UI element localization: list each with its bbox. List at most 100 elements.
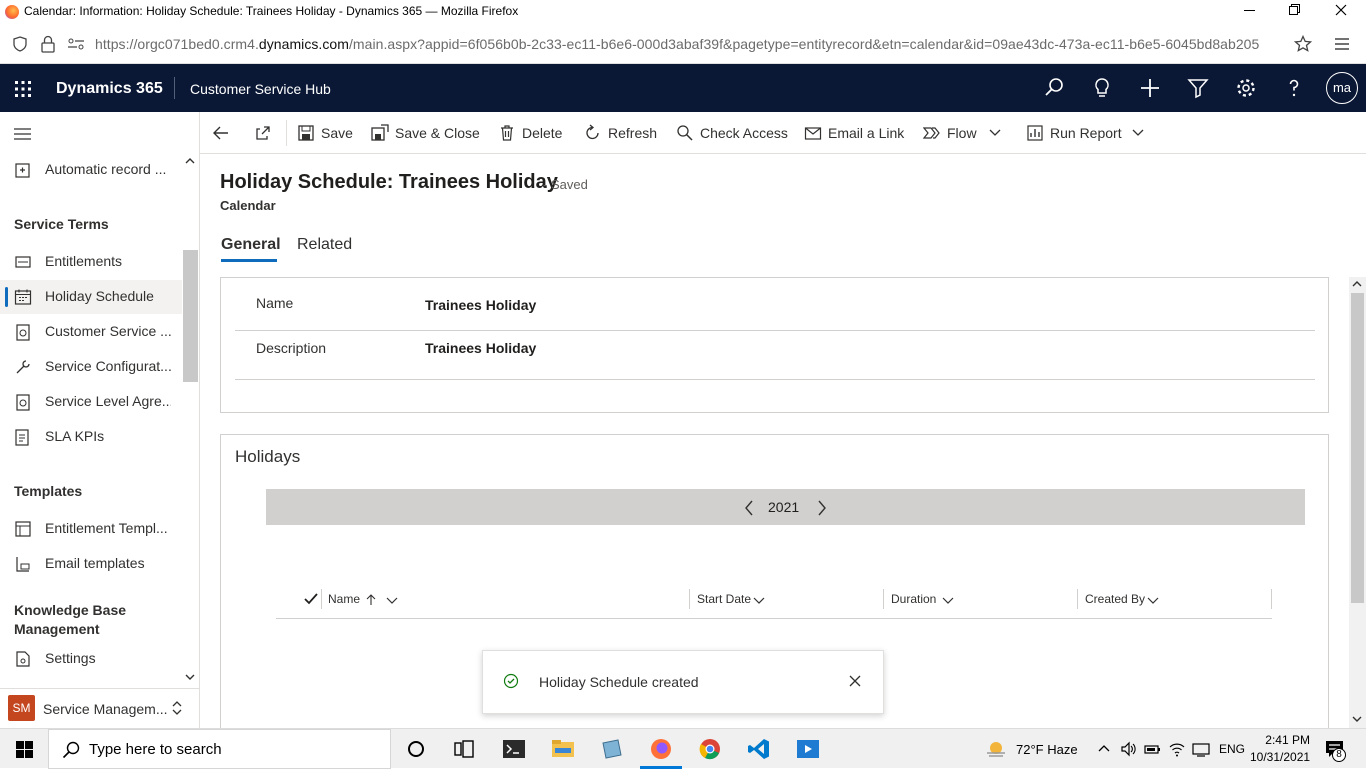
plus-icon[interactable] [1138, 76, 1162, 100]
active-tab-indicator [221, 259, 277, 262]
column-separator [689, 589, 690, 609]
year-navigator: 2021 [266, 489, 1305, 525]
toast-close-icon[interactable] [849, 675, 861, 687]
report-icon [1027, 125, 1043, 141]
sidebar-item-label: Customer Service ... [45, 323, 171, 339]
search-icon[interactable] [1042, 76, 1066, 100]
select-all-checkmark-icon[interactable] [304, 593, 318, 605]
sidebar-item-entitlements[interactable]: Entitlements [0, 245, 182, 279]
column-separator [1077, 589, 1078, 609]
sidebar-item-label: Email templates [45, 555, 145, 571]
app-window-icon[interactable] [600, 737, 624, 761]
tray-chevron-up-icon[interactable] [1098, 744, 1110, 752]
sidebar-item-service-configuration[interactable]: Service Configurat... [0, 350, 182, 384]
search-icon [62, 741, 80, 759]
help-icon[interactable] [1282, 76, 1306, 100]
column-chevron-down-icon[interactable] [1147, 597, 1159, 605]
sidebar-item-email-templates[interactable]: Email templates [0, 547, 182, 581]
column-header-name[interactable]: Name [328, 592, 360, 606]
entitlement-icon [15, 256, 31, 268]
scroll-down-icon[interactable] [185, 673, 195, 681]
url-field[interactable]: https://orgc071bed0.crm4.dynamics.com/ma… [95, 36, 1259, 52]
language-indicator[interactable]: ENG [1219, 742, 1245, 756]
notification-count: 8 [1332, 748, 1346, 762]
battery-icon[interactable] [1144, 741, 1162, 757]
column-header-start-date[interactable]: Start Date [697, 592, 751, 606]
bookmark-star-icon[interactable] [1294, 35, 1312, 53]
flow-chevron-down-icon[interactable] [989, 129, 1001, 137]
column-header-duration[interactable]: Duration [891, 592, 936, 606]
scroll-down-icon[interactable] [1352, 715, 1362, 723]
terminal-app-icon[interactable] [502, 737, 526, 761]
sidebar-item-customer-service[interactable]: Customer Service ... [0, 315, 182, 349]
field-value-name[interactable]: Trainees Holiday [425, 297, 536, 313]
column-chevron-down-icon[interactable] [386, 597, 398, 605]
wifi-icon[interactable] [1168, 741, 1186, 757]
device-icon[interactable] [1192, 741, 1210, 757]
email-template-icon [16, 557, 30, 572]
app-launcher-icon[interactable] [15, 81, 31, 97]
firefox-icon[interactable] [649, 737, 673, 761]
schedule-icon [16, 324, 30, 341]
media-player-icon[interactable] [796, 737, 820, 761]
lock-icon[interactable] [40, 35, 56, 53]
clock-time[interactable]: 2:41 PM [1262, 733, 1310, 747]
tab-general[interactable]: General [221, 236, 281, 254]
cortana-icon[interactable] [404, 737, 428, 761]
sidebar-item-sla[interactable]: Service Level Agre... [0, 385, 182, 419]
column-chevron-down-icon[interactable] [753, 597, 765, 605]
refresh-icon [586, 124, 599, 140]
weather-haze-icon[interactable] [985, 739, 1007, 759]
area-switcher[interactable]: SM Service Managem... [0, 688, 199, 728]
run-report-chevron-down-icon[interactable] [1132, 129, 1144, 137]
user-avatar[interactable]: ma [1326, 72, 1358, 104]
command-bar: Save Save & Close Delete Refresh Check A… [200, 112, 1366, 154]
next-year-icon[interactable] [817, 500, 827, 516]
tracking-shield-icon[interactable] [12, 36, 28, 52]
form-scrollbar[interactable] [1349, 277, 1366, 728]
open-new-window-icon[interactable] [254, 124, 272, 142]
task-view-icon[interactable] [452, 737, 476, 761]
back-arrow-icon[interactable] [212, 124, 230, 142]
browser-title-bar: Calendar: Information: Holiday Schedule:… [0, 0, 1366, 24]
sidebar-scrollbar-thumb[interactable] [183, 250, 198, 382]
weather-text[interactable]: 72°F Haze [1016, 742, 1078, 757]
column-header-created-by[interactable]: Created By [1085, 592, 1145, 606]
chrome-icon[interactable] [698, 737, 722, 761]
sidebar-item-holiday-schedule[interactable]: Holiday Schedule [0, 280, 182, 314]
windows-taskbar: Type here to search 72°F Haze ENG 2:41 P… [0, 728, 1366, 769]
taskbar-search-box[interactable]: Type here to search [48, 729, 391, 769]
speaker-icon[interactable] [1120, 741, 1138, 757]
clock-date[interactable]: 10/31/2021 [1250, 750, 1310, 764]
sidebar-item-settings[interactable]: Settings [0, 642, 182, 676]
sort-ascending-icon [366, 594, 376, 605]
brand-title[interactable]: Dynamics 365 [56, 80, 163, 98]
gear-icon[interactable] [1234, 76, 1258, 100]
filter-icon[interactable] [1186, 76, 1210, 100]
scrollbar-thumb[interactable] [1351, 293, 1364, 603]
windows-start-icon[interactable] [16, 741, 33, 758]
field-value-description[interactable]: Trainees Holiday [425, 340, 536, 356]
sidebar-item-sla-kpis[interactable]: SLA KPIs [0, 420, 182, 454]
minimize-icon[interactable] [1244, 10, 1256, 12]
hamburger-menu-icon[interactable] [14, 128, 32, 140]
scroll-up-icon[interactable] [185, 157, 195, 165]
close-window-icon[interactable] [1335, 4, 1347, 16]
restore-icon[interactable] [1289, 4, 1301, 16]
entity-name: Calendar [220, 198, 276, 213]
tab-related[interactable]: Related [297, 236, 352, 254]
permissions-icon[interactable] [67, 37, 85, 51]
previous-year-icon[interactable] [744, 500, 754, 516]
lightbulb-icon[interactable] [1090, 76, 1114, 100]
browser-menu-icon[interactable] [1334, 37, 1350, 51]
vscode-icon[interactable] [747, 737, 771, 761]
file-explorer-icon[interactable] [551, 737, 575, 761]
scroll-up-icon[interactable] [1352, 280, 1362, 288]
app-name[interactable]: Customer Service Hub [190, 81, 331, 97]
check-access-icon [677, 125, 693, 141]
sidebar-item-automatic-record[interactable]: Automatic record ... [0, 153, 182, 187]
column-chevron-down-icon[interactable] [942, 597, 954, 605]
configuration-icon [16, 360, 30, 374]
field-divider [235, 330, 1315, 331]
sidebar-item-entitlement-templates[interactable]: Entitlement Templ... [0, 512, 182, 546]
